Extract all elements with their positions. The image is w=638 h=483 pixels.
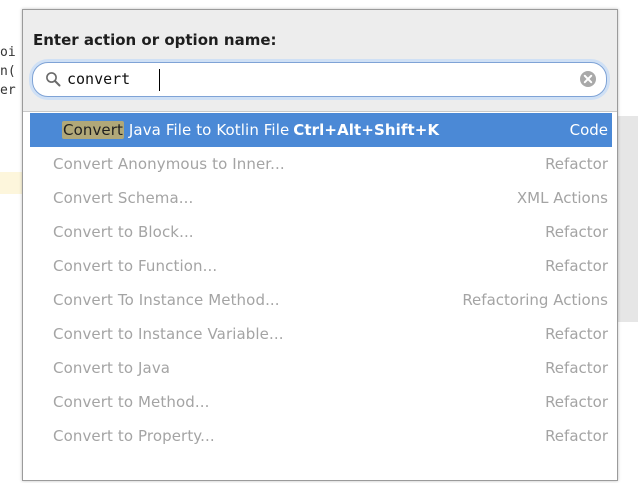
result-item-convert-java-to-kotlin[interactable]: Convert Java File to Kotlin File Ctrl+Alt… [30, 113, 612, 147]
editor-line-highlight [0, 172, 24, 194]
result-item[interactable]: Convert to Java Refactor [30, 351, 612, 385]
result-group: Refactoring Actions [462, 291, 608, 309]
result-item[interactable]: Convert to Instance Variable... Refactor [30, 317, 612, 351]
result-group: XML Actions [516, 189, 608, 207]
result-group: Code [569, 121, 608, 139]
popup-title: Enter action or option name: [33, 31, 277, 49]
search-input[interactable]: convert [32, 62, 607, 97]
result-label-rest: Java File to Kotlin File [124, 121, 290, 139]
result-label: Convert to Function... [53, 257, 218, 275]
text-caret [159, 69, 160, 91]
result-group: Refactor [545, 257, 608, 275]
editor-scrollbar[interactable] [618, 116, 638, 322]
result-group: Refactor [545, 155, 608, 173]
result-group: Refactor [545, 223, 608, 241]
result-label: Convert to Java [53, 359, 171, 377]
result-item[interactable]: Convert Schema... XML Actions [30, 181, 612, 215]
result-label: Convert To Instance Method... [53, 291, 280, 309]
search-icon [46, 72, 61, 87]
result-item[interactable]: Convert Anonymous to Inner... Refactor [30, 147, 612, 181]
match-highlight: Convert [62, 121, 125, 139]
results-list: Convert Java File to Kotlin File Ctrl+Alt… [30, 113, 612, 483]
result-label: Convert Schema... [53, 189, 194, 207]
result-label: Convert to Property... [53, 427, 215, 445]
result-label: Convert Anonymous to Inner... [53, 155, 285, 173]
result-label: Convert to Block... [53, 223, 194, 241]
popup-header: Enter action or option name: convert [23, 10, 617, 112]
clear-icon[interactable] [579, 70, 597, 88]
find-action-popup: Enter action or option name: convert Con… [22, 9, 618, 481]
result-item[interactable]: Convert to Property... Refactor [30, 419, 612, 453]
result-group: Refactor [545, 393, 608, 411]
result-group: Refactor [545, 359, 608, 377]
result-item[interactable]: Convert To Instance Method... Refactorin… [30, 283, 612, 317]
result-label: Convert to Method... [53, 393, 210, 411]
shortcut-label: Ctrl+Alt+Shift+K [293, 121, 440, 139]
search-value[interactable]: convert [67, 69, 130, 89]
result-label: Convert Java File to Kotlin File Ctrl+Alt… [62, 121, 439, 139]
result-group: Refactor [545, 325, 608, 343]
result-group: Refactor [545, 427, 608, 445]
result-label: Convert to Instance Variable... [53, 325, 284, 343]
result-item[interactable]: Convert to Block... Refactor [30, 215, 612, 249]
result-item[interactable]: Convert to Function... Refactor [30, 249, 612, 283]
result-item[interactable]: Convert to Method... Refactor [30, 385, 612, 419]
